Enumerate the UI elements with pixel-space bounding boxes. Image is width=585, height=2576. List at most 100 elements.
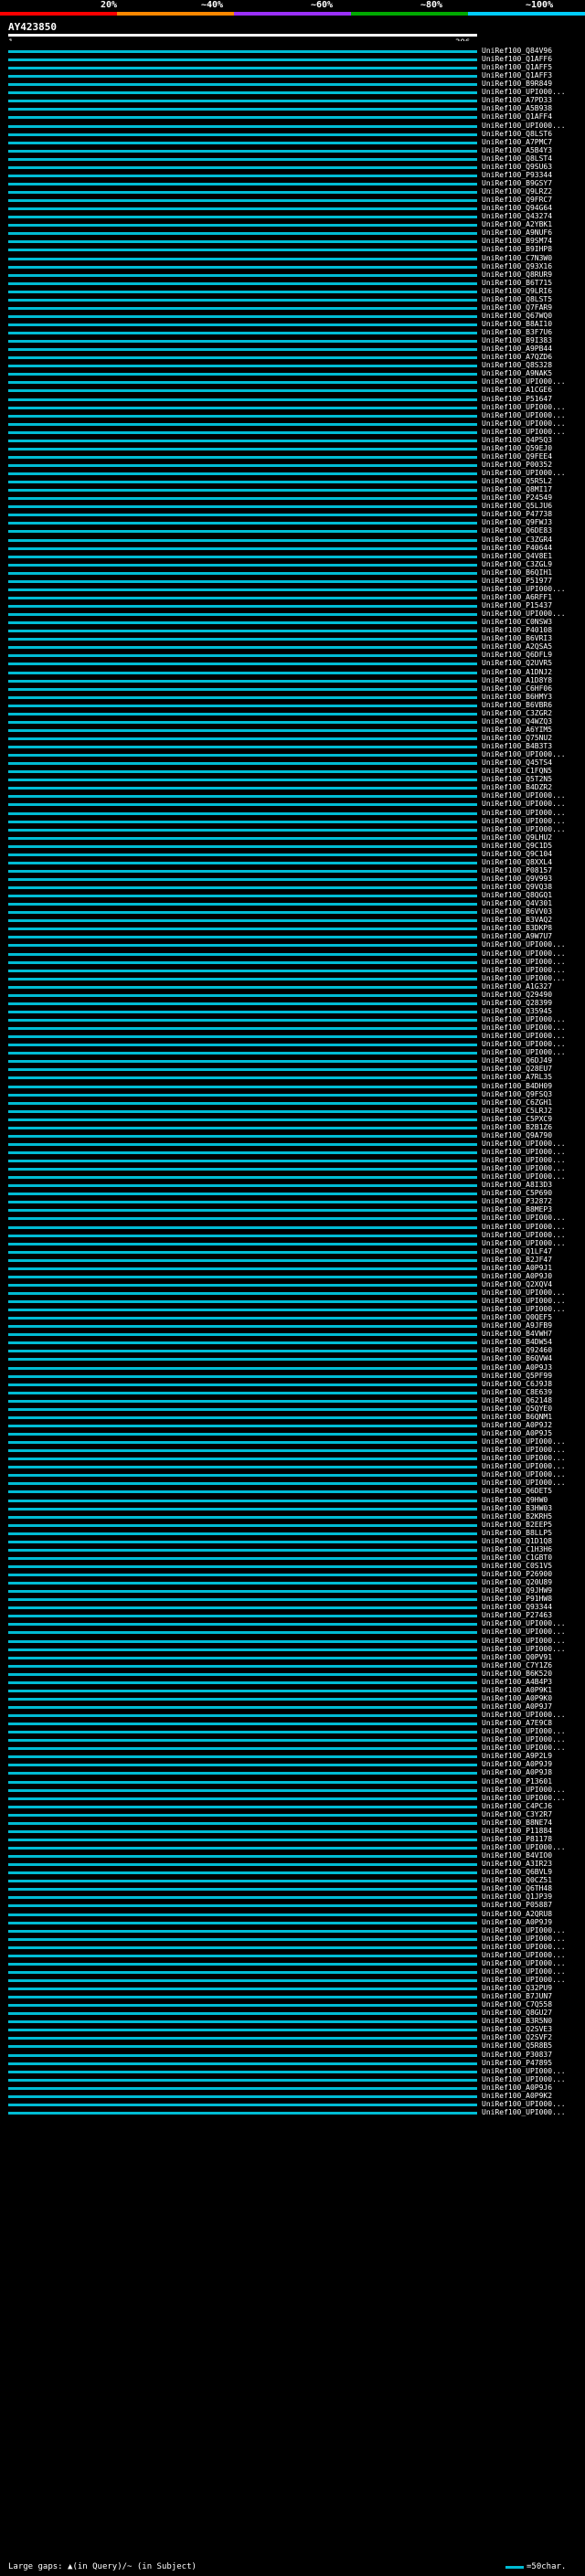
hit-name[interactable]: UniRef100_A0P9J0 <box>482 1273 552 1280</box>
alignment-bar[interactable] <box>8 299 477 302</box>
hit-name[interactable]: UniRef100_Q0QEF5 <box>482 1314 552 1321</box>
hit-name[interactable]: UniRef100_P81178 <box>482 1836 552 1843</box>
hit-name[interactable]: UniRef100_Q5LJU6 <box>482 503 552 510</box>
alignment-bar[interactable] <box>8 1433 477 1436</box>
alignment-bar[interactable] <box>8 373 477 376</box>
alignment-bar[interactable] <box>8 1309 477 1311</box>
alignment-bar[interactable] <box>8 696 477 699</box>
hit-name[interactable]: UniRef100_UPI000... <box>482 1463 566 1470</box>
hit-name[interactable]: UniRef100_UPI000... <box>482 1786 566 1794</box>
alignment-bar[interactable] <box>8 837 477 840</box>
hit-name[interactable]: UniRef100_C7Q558 <box>482 2001 552 2009</box>
alignment-bar[interactable] <box>8 240 477 243</box>
hit-name[interactable]: UniRef100_B8NE74 <box>482 1819 552 1827</box>
alignment-bar[interactable] <box>8 770 477 773</box>
hit-name[interactable]: UniRef100_Q9SU63 <box>482 164 552 171</box>
hit-name[interactable]: UniRef100_A9NUF6 <box>482 229 552 237</box>
alignment-bar[interactable] <box>8 158 477 161</box>
hit-name[interactable]: UniRef100_UPI000... <box>482 967 566 974</box>
hit-name[interactable]: UniRef100_B4DW54 <box>482 1339 552 1346</box>
alignment-bar[interactable] <box>8 986 477 989</box>
hit-name[interactable]: UniRef100_UPI000... <box>482 89 566 96</box>
alignment-bar[interactable] <box>8 1276 477 1278</box>
hit-name[interactable]: UniRef100_B6HMY3 <box>482 694 552 701</box>
alignment-bar[interactable] <box>8 1425 477 1427</box>
alignment-bar[interactable] <box>8 1201 477 1203</box>
alignment-bar[interactable] <box>8 1019 477 1022</box>
alignment-bar[interactable] <box>8 580 477 583</box>
hit-name[interactable]: UniRef100_Q9FEE4 <box>482 453 552 461</box>
alignment-bar[interactable] <box>8 91 477 94</box>
hit-name[interactable]: UniRef100_UPI000... <box>482 792 566 800</box>
hit-name[interactable]: UniRef100_C3ZGR4 <box>482 536 552 544</box>
hit-name[interactable]: UniRef100_B4VIO0 <box>482 1852 552 1860</box>
hit-name[interactable]: UniRef100_A3IR23 <box>482 1860 552 1868</box>
hit-name[interactable]: UniRef100_UPI000... <box>482 1041 566 1048</box>
alignment-bar[interactable] <box>8 1723 477 1725</box>
hit-name[interactable]: UniRef100_A4B4P3 <box>482 1679 552 1686</box>
hit-name[interactable]: UniRef100_Q9A790 <box>482 1132 552 1140</box>
alignment-bar[interactable] <box>8 1060 477 1063</box>
alignment-bar[interactable] <box>8 1888 477 1891</box>
alignment-bar[interactable] <box>8 274 477 277</box>
hit-name[interactable]: UniRef100_UPI000... <box>482 1298 566 1305</box>
hit-name[interactable]: UniRef100_C3Y2R7 <box>482 1811 552 1818</box>
alignment-bar[interactable] <box>8 100 477 102</box>
alignment-bar[interactable] <box>8 978 477 981</box>
hit-name[interactable]: UniRef100_Q28EU7 <box>482 1065 552 1073</box>
alignment-bar[interactable] <box>8 1930 477 1933</box>
hit-name[interactable]: UniRef100_C8E639 <box>482 1389 552 1396</box>
alignment-bar[interactable] <box>8 1922 477 1924</box>
hit-name[interactable]: UniRef100_A1D8Y8 <box>482 677 552 684</box>
hit-name[interactable]: UniRef100_C7Y1Z6 <box>482 1662 552 1670</box>
alignment-bar[interactable] <box>8 1118 477 1121</box>
hit-name[interactable]: UniRef100_C3ZGR2 <box>482 710 552 717</box>
hit-name[interactable]: UniRef100_UPI000... <box>482 1736 566 1744</box>
alignment-bar[interactable] <box>8 2071 477 2073</box>
alignment-bar[interactable] <box>8 1913 477 1916</box>
hit-name[interactable]: UniRef100_A0P9K0 <box>482 1695 552 1702</box>
alignment-bar[interactable] <box>8 116 477 119</box>
alignment-bar[interactable] <box>8 456 477 459</box>
hit-name[interactable]: UniRef100_Q32PU9 <box>482 1985 552 1992</box>
hit-name[interactable]: UniRef100_A5B938 <box>482 105 552 112</box>
alignment-bar[interactable] <box>8 1449 477 1452</box>
alignment-bar[interactable] <box>8 1657 477 1659</box>
alignment-bar[interactable] <box>8 1375 477 1378</box>
alignment-bar[interactable] <box>8 762 477 765</box>
hit-name[interactable]: UniRef100_B6VBR6 <box>482 702 552 709</box>
alignment-bar[interactable] <box>8 1176 477 1179</box>
alignment-bar[interactable] <box>8 1500 477 1502</box>
alignment-bar[interactable] <box>8 994 477 997</box>
hit-name[interactable]: UniRef100_Q5QYE0 <box>482 1405 552 1413</box>
hit-name[interactable]: UniRef100_Q93344 <box>482 1604 552 1611</box>
alignment-bar[interactable] <box>8 323 477 326</box>
alignment-bar[interactable] <box>8 1458 477 1460</box>
alignment-bar[interactable] <box>8 1052 477 1055</box>
hit-name[interactable]: UniRef100_C5PXC9 <box>482 1116 552 1123</box>
hit-name[interactable]: UniRef100_UPI000... <box>482 1455 566 1462</box>
alignment-bar[interactable] <box>8 1127 477 1129</box>
hit-name[interactable]: UniRef100_UPI000... <box>482 1620 566 1627</box>
alignment-bar[interactable] <box>8 663 477 665</box>
hit-name[interactable]: UniRef100_Q84V96 <box>482 48 552 55</box>
hit-name[interactable]: UniRef100_Q43274 <box>482 213 552 220</box>
hit-name[interactable]: UniRef100_A9W7U7 <box>482 933 552 940</box>
alignment-bar[interactable] <box>8 812 477 815</box>
hit-name[interactable]: UniRef100_Q9VQ38 <box>482 884 552 891</box>
alignment-bar[interactable] <box>8 1168 477 1171</box>
alignment-bar[interactable] <box>8 1466 477 1468</box>
hit-name[interactable]: UniRef100_UPI000... <box>482 586 566 593</box>
alignment-bar[interactable] <box>8 737 477 740</box>
hit-name[interactable]: UniRef100_Q2SVF2 <box>482 2034 552 2041</box>
alignment-bar[interactable] <box>8 853 477 856</box>
alignment-bar[interactable] <box>8 1979 477 1982</box>
alignment-bar[interactable] <box>8 1582 477 1585</box>
alignment-bar[interactable] <box>8 1648 477 1651</box>
hit-name[interactable]: UniRef100_A6YIM5 <box>482 726 552 734</box>
alignment-bar[interactable] <box>8 2087 477 2090</box>
alignment-bar[interactable] <box>8 1631 477 1634</box>
alignment-bar[interactable] <box>8 1027 477 1030</box>
alignment-bar[interactable] <box>8 721 477 724</box>
alignment-bar[interactable] <box>8 431 477 434</box>
